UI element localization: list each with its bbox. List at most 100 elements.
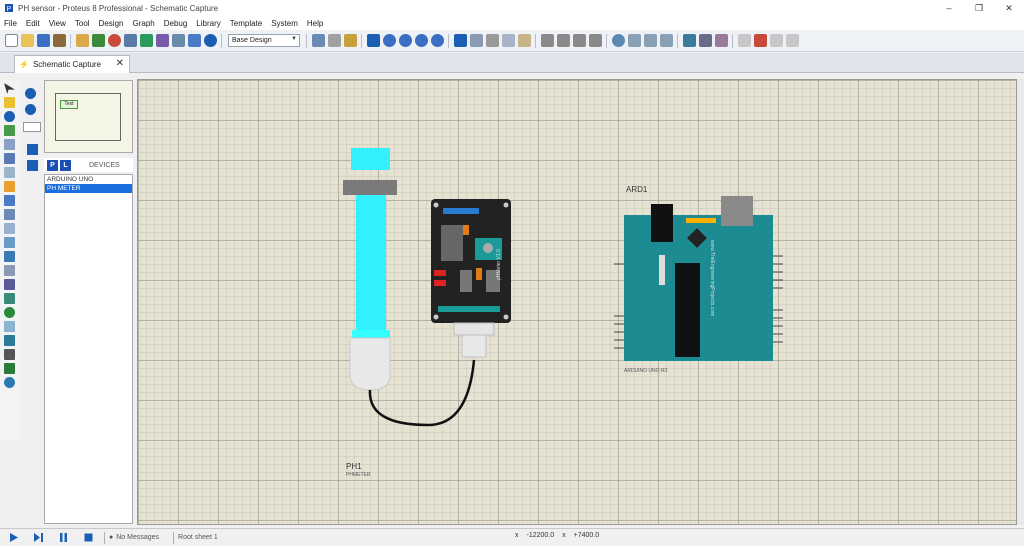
project-notes-icon[interactable] [187, 34, 201, 47]
property-tool-icon[interactable] [714, 34, 728, 47]
menu-help[interactable]: Help [307, 19, 323, 28]
menu-debug[interactable]: Debug [164, 19, 188, 28]
terminals-icon[interactable] [4, 181, 15, 192]
close-window-button[interactable]: ✕ [994, 0, 1024, 16]
design-variant-select[interactable]: Base Design ▼ [228, 34, 300, 47]
close-project-icon[interactable] [52, 34, 66, 47]
device-pins-icon[interactable] [4, 195, 15, 206]
pause-icon[interactable] [58, 532, 69, 543]
pick-devices-icon[interactable] [611, 34, 625, 47]
save-icon[interactable] [36, 34, 50, 47]
play-icon[interactable] [8, 532, 19, 543]
mirror-vertical-icon[interactable] [27, 160, 38, 171]
grid-toggle-icon[interactable] [327, 34, 341, 47]
zoom-all-icon[interactable] [414, 34, 428, 47]
minimize-button[interactable]: – [934, 0, 964, 16]
pan-icon[interactable] [366, 34, 380, 47]
wire-autorouter-icon[interactable] [682, 34, 696, 47]
rotate-anticlockwise-icon[interactable] [25, 104, 36, 115]
block-move-icon[interactable] [556, 34, 570, 47]
vertical-scrollbar[interactable] [1017, 79, 1024, 525]
subcircuit-icon[interactable] [4, 167, 15, 178]
new-sheet-icon[interactable] [737, 34, 751, 47]
refresh-icon[interactable] [311, 34, 325, 47]
library-manager-button[interactable]: L [60, 159, 71, 171]
step-icon[interactable] [33, 532, 44, 543]
text-script-icon[interactable] [4, 139, 15, 150]
rotation-angle-field[interactable] [23, 122, 41, 132]
overview-window[interactable]: Text [44, 80, 133, 153]
menu-graph[interactable]: Graph [132, 19, 154, 28]
ph-meter-board[interactable]: pHMeter V1.0 [431, 199, 511, 358]
symbol-2d-icon[interactable] [4, 363, 15, 374]
source-code-icon[interactable] [171, 34, 185, 47]
menu-view[interactable]: View [49, 19, 66, 28]
maximize-button[interactable]: ❐ [964, 0, 994, 16]
zoom-in-icon[interactable] [382, 34, 396, 47]
bus-icon[interactable] [4, 153, 15, 164]
package-tool-icon[interactable] [643, 34, 657, 47]
tape-recorder-icon[interactable] [4, 223, 15, 234]
pick-device-button[interactable]: P [47, 159, 58, 171]
path-2d-icon[interactable] [4, 335, 15, 346]
zoom-area-icon[interactable] [430, 34, 444, 47]
text-2d-icon[interactable] [4, 349, 15, 360]
junction-dot-icon[interactable] [4, 111, 15, 122]
decompose-icon[interactable] [659, 34, 673, 47]
selection-mode-icon[interactable] [4, 83, 15, 94]
block-delete-icon[interactable] [588, 34, 602, 47]
schematic-canvas[interactable]: pHMeter V1.0 PH1 PHMETER ARD1 www.TheEng… [137, 79, 1017, 525]
menu-template[interactable]: Template [230, 19, 262, 28]
menu-system[interactable]: System [271, 19, 298, 28]
exit-to-parent-icon[interactable] [769, 34, 783, 47]
menu-tool[interactable]: Tool [75, 19, 90, 28]
bill-of-materials-icon[interactable] [785, 34, 799, 47]
menu-file[interactable]: File [4, 19, 17, 28]
schematic-icon[interactable] [91, 34, 105, 47]
menu-library[interactable]: Library [196, 19, 220, 28]
home-icon[interactable] [75, 34, 89, 47]
component-mode-icon[interactable] [4, 97, 15, 108]
menu-edit[interactable]: Edit [26, 19, 40, 28]
open-folder-icon[interactable] [20, 34, 34, 47]
device-item-ph-meter[interactable]: PH METER [45, 184, 132, 193]
tab-schematic-capture[interactable]: ⚡ Schematic Capture ✕ [14, 55, 130, 73]
graph-mode-icon[interactable] [4, 209, 15, 220]
rotate-clockwise-icon[interactable] [25, 88, 36, 99]
zoom-out-icon[interactable] [398, 34, 412, 47]
generator-icon[interactable] [4, 237, 15, 248]
box-2d-icon[interactable] [4, 293, 15, 304]
block-rotate-icon[interactable] [572, 34, 586, 47]
device-item-arduino-uno[interactable]: ARDUINO UNO [45, 175, 132, 184]
gerber-icon[interactable] [139, 34, 153, 47]
voltage-probe-icon[interactable] [4, 251, 15, 262]
line-2d-icon[interactable] [4, 279, 15, 290]
cut-icon[interactable] [485, 34, 499, 47]
undo-icon[interactable] [453, 34, 467, 47]
search-replace-icon[interactable] [698, 34, 712, 47]
remove-sheet-icon[interactable] [753, 34, 767, 47]
close-tab-icon[interactable]: ✕ [116, 58, 124, 69]
help-icon[interactable] [203, 34, 217, 47]
origin-icon[interactable] [343, 34, 357, 47]
wire-label-icon[interactable] [4, 125, 15, 136]
messages-status[interactable]: No Messages [116, 534, 159, 541]
block-copy-icon[interactable] [540, 34, 554, 47]
marker-2d-icon[interactable] [4, 377, 15, 388]
bnc-neck [461, 334, 487, 358]
redo-icon[interactable] [469, 34, 483, 47]
stop-icon[interactable] [83, 532, 94, 543]
virtual-instruments-icon[interactable] [4, 265, 15, 276]
mirror-horizontal-icon[interactable] [27, 144, 38, 155]
paste-icon[interactable] [517, 34, 531, 47]
new-file-icon[interactable] [4, 34, 18, 47]
circle-2d-icon[interactable] [4, 307, 15, 318]
copy-icon[interactable] [501, 34, 515, 47]
3d-view-icon[interactable] [123, 34, 137, 47]
menu-design[interactable]: Design [99, 19, 124, 28]
make-device-icon[interactable] [627, 34, 641, 47]
arduino-uno-board[interactable]: www.TheEngineeringProjects.com [614, 196, 783, 361]
arc-2d-icon[interactable] [4, 321, 15, 332]
bom-icon[interactable] [155, 34, 169, 47]
pcb-icon[interactable] [107, 34, 121, 47]
